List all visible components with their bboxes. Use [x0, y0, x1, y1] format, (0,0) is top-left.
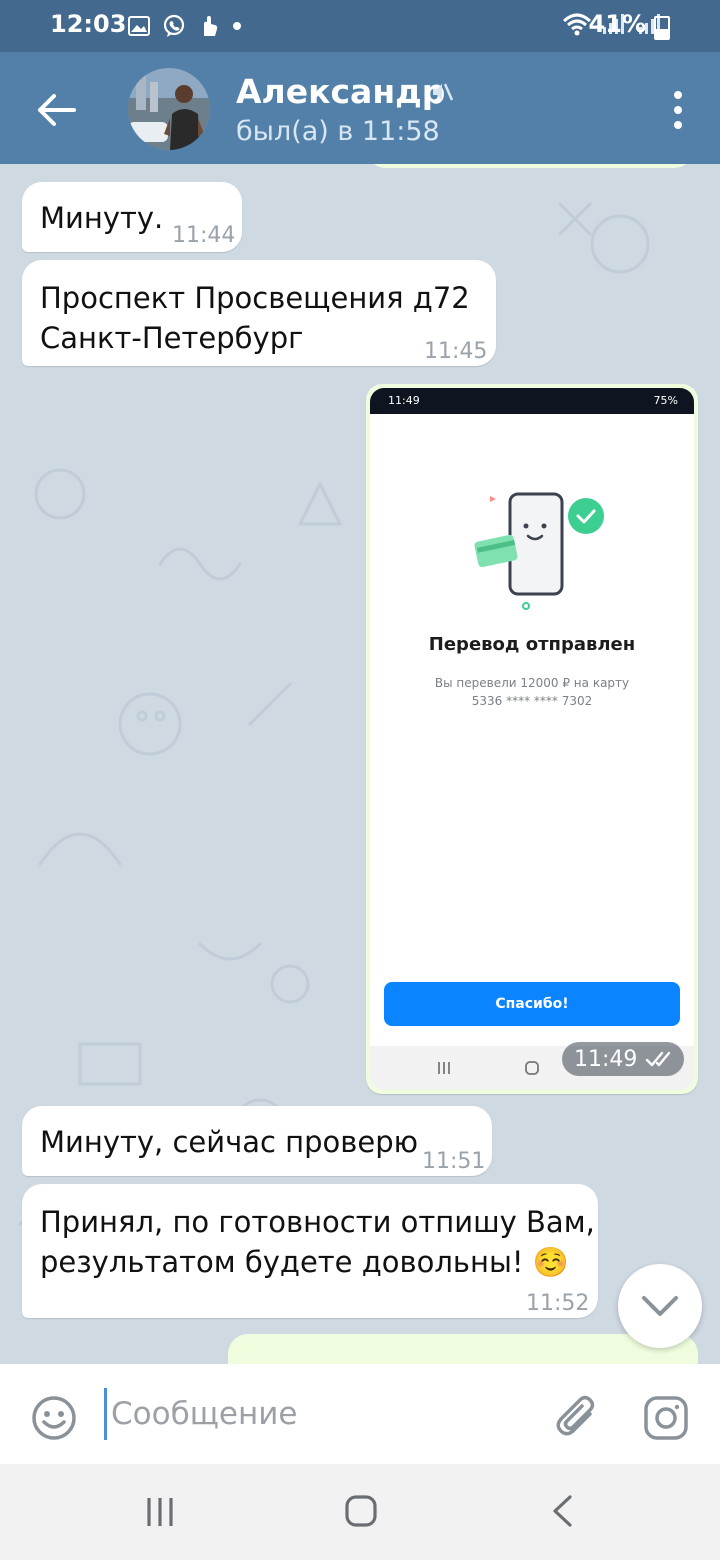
- incoming-message[interactable]: Минуту. 11:44: [22, 182, 242, 252]
- transfer-subtitle: Вы перевели 12000 ₽ на карту 5336 **** *…: [434, 676, 630, 708]
- photo-status-time: 11:49: [388, 394, 420, 407]
- transfer-title: Перевод отправлен: [428, 634, 636, 655]
- battery-icon: [654, 16, 670, 40]
- avatar-photo: [128, 68, 210, 150]
- outgoing-photo-message[interactable]: 11:49 75% Перевод отправлен Вы перевели …: [366, 384, 698, 1094]
- outgoing-bubble-partial: [228, 1334, 698, 1364]
- camera-icon[interactable]: [642, 1394, 690, 1442]
- message-time: 11:44: [172, 223, 236, 248]
- thanks-button: Спасибо!: [384, 982, 680, 1026]
- message-time: 11:52: [526, 1291, 590, 1316]
- dot-icon: [233, 22, 241, 30]
- message-text: Принял, по готовности отпишу Вам, резуль…: [40, 1205, 595, 1279]
- outgoing-bubble-partial: [366, 164, 694, 168]
- telegram-chat-screen: 12:03 41% Александр был(а) в 11:58 Минут…: [0, 0, 720, 1560]
- recent-apps-icon: [438, 1062, 450, 1074]
- system-nav-bar: [0, 1464, 720, 1560]
- message-time: 11:45: [424, 339, 488, 364]
- photo-time-badge: 11:49: [562, 1042, 684, 1076]
- message-text: Проспект Просвещения д72 Санкт-Петербург: [40, 281, 470, 355]
- status-time: 12:03: [50, 10, 127, 38]
- back-arrow-icon[interactable]: [34, 88, 78, 132]
- photo-thumbnail[interactable]: 11:49 75% Перевод отправлен Вы перевели …: [370, 388, 694, 1090]
- incoming-message[interactable]: Проспект Просвещения д72 Санкт-Петербург…: [22, 260, 496, 366]
- message-text: Минуту, сейчас проверю: [40, 1125, 419, 1159]
- incoming-message[interactable]: Принял, по готовности отпишу Вам, резуль…: [22, 1184, 598, 1318]
- home-icon: [525, 1061, 539, 1075]
- avatar[interactable]: [128, 68, 210, 150]
- home-icon[interactable]: [344, 1494, 378, 1528]
- status-bar: 12:03 41%: [0, 0, 720, 52]
- wifi-icon: [562, 13, 592, 36]
- message-input[interactable]: [104, 1388, 531, 1440]
- notification-icons: [128, 14, 242, 38]
- phone-card-illustration-icon: [474, 492, 604, 610]
- viber-icon: [163, 14, 185, 37]
- battery-percent: 41%: [588, 10, 646, 38]
- chat-header: Александр был(а) в 11:58: [0, 52, 720, 164]
- contact-name[interactable]: Александр: [236, 72, 445, 111]
- nfc-hand-icon: [204, 16, 218, 36]
- more-vertical-icon[interactable]: [670, 90, 686, 130]
- message-list[interactable]: Минуту. 11:44 Проспект Просвещения д72 С…: [0, 164, 720, 1364]
- message-time: 11:49: [574, 1046, 638, 1072]
- incoming-message[interactable]: Минуту, сейчас проверю 11:51: [22, 1106, 492, 1176]
- recent-apps-icon[interactable]: [144, 1496, 176, 1528]
- photo-status-bar: 11:49 75%: [370, 388, 694, 414]
- double-check-icon: [646, 1051, 671, 1067]
- message-text: Минуту.: [40, 201, 164, 235]
- scroll-down-button[interactable]: [618, 1264, 702, 1348]
- message-composer: [0, 1364, 720, 1464]
- emoji-icon[interactable]: [30, 1394, 78, 1442]
- back-chevron-icon[interactable]: [550, 1494, 574, 1528]
- gallery-icon: [128, 16, 150, 36]
- message-time: 11:51: [422, 1149, 486, 1174]
- chevron-down-icon: [642, 1296, 678, 1316]
- muted-icon: [433, 83, 454, 101]
- photo-status-battery: 75%: [653, 394, 678, 407]
- attach-paperclip-icon[interactable]: [554, 1392, 602, 1444]
- contact-last-seen: был(а) в 11:58: [236, 116, 440, 147]
